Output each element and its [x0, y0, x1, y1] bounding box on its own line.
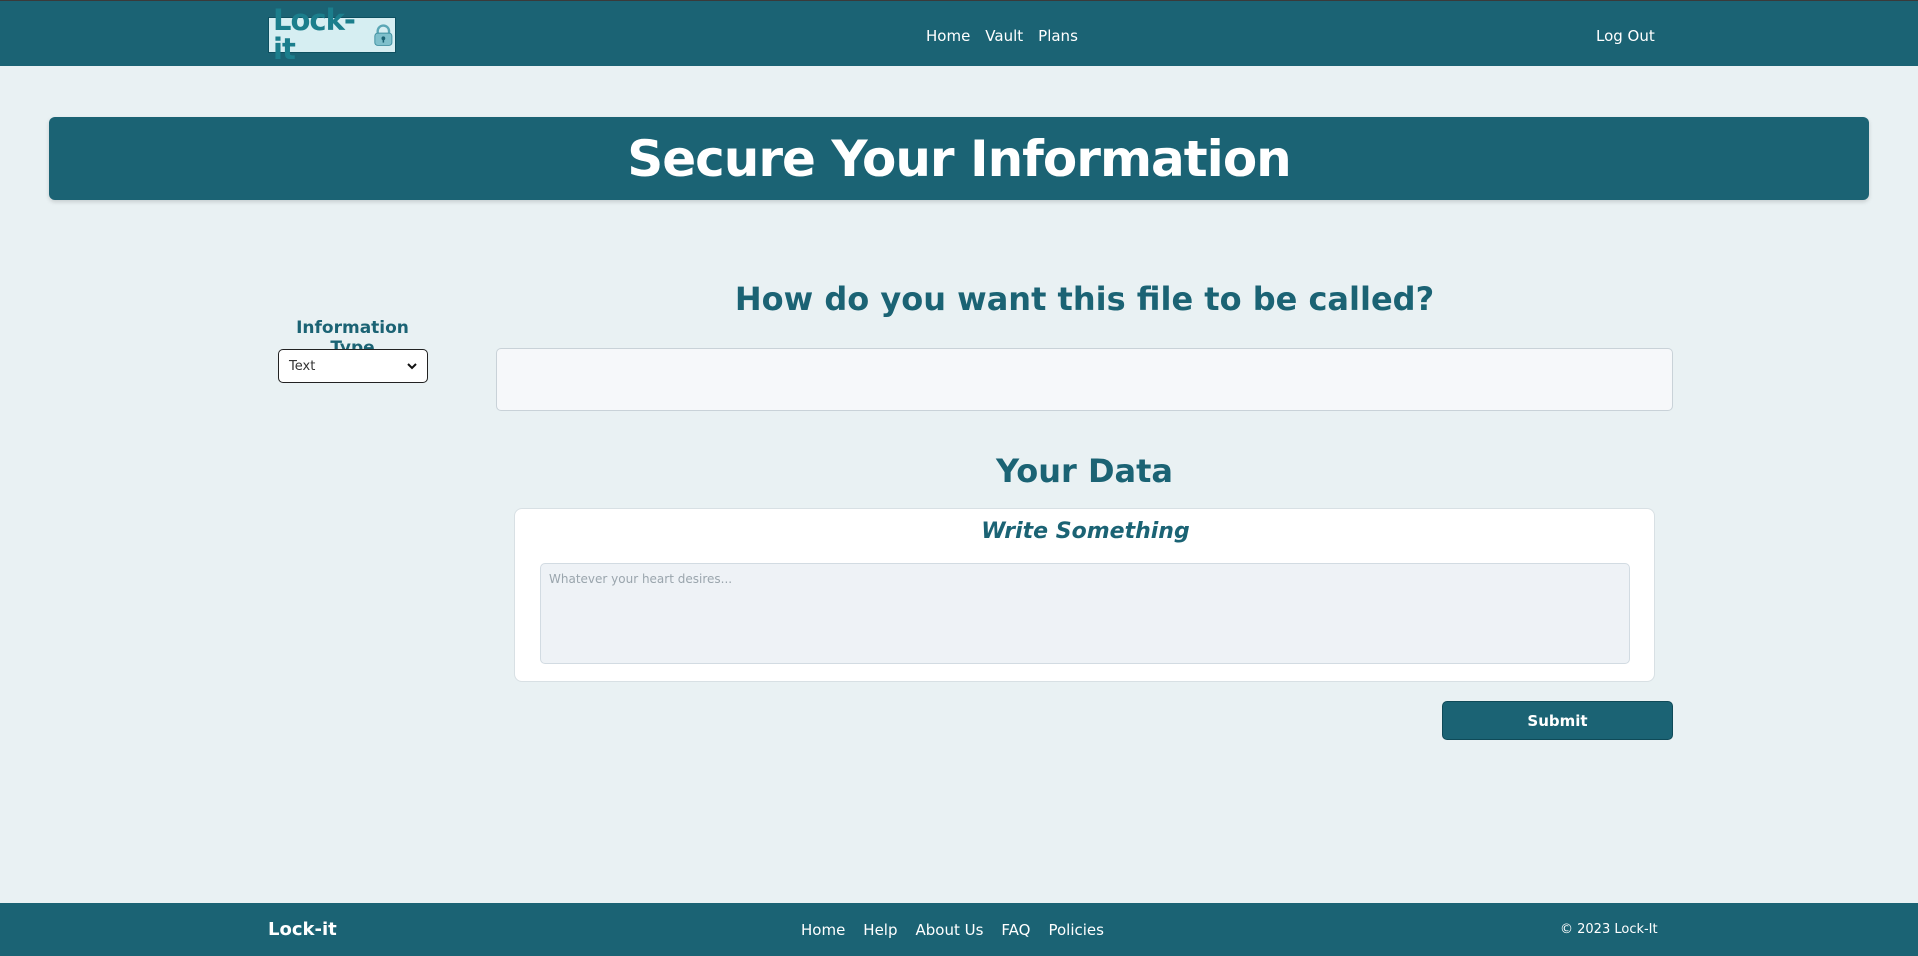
write-something-title: Write Something — [981, 519, 1190, 544]
top-navbar: Lock-it Home Vault Plans Log Out — [0, 0, 1918, 66]
file-name-input[interactable] — [496, 348, 1673, 411]
footer-link-about[interactable]: About Us — [916, 921, 984, 939]
footer-link-policies[interactable]: Policies — [1048, 921, 1103, 939]
hero-banner: Secure Your Information — [49, 117, 1869, 200]
footer-link-help[interactable]: Help — [863, 921, 897, 939]
footer: Lock-it Home Help About Us FAQ Policies … — [0, 903, 1918, 956]
nav-home[interactable]: Home — [926, 27, 970, 45]
footer-nav: Home Help About Us FAQ Policies — [801, 921, 1104, 939]
footer-brand[interactable]: Lock-it — [268, 919, 337, 940]
page-title: Secure Your Information — [627, 129, 1292, 188]
nav-vault[interactable]: Vault — [985, 27, 1023, 45]
footer-link-faq[interactable]: FAQ — [1001, 921, 1030, 939]
submit-button[interactable]: Submit — [1442, 701, 1673, 740]
logout-link[interactable]: Log Out — [1596, 27, 1655, 45]
lock-icon — [374, 24, 393, 46]
your-data-heading: Your Data — [996, 452, 1173, 490]
copyright-text: © 2023 Lock-It — [1560, 922, 1658, 937]
footer-link-home[interactable]: Home — [801, 921, 845, 939]
file-name-heading: How do you want this file to be called? — [734, 280, 1435, 318]
information-type-select[interactable]: Text — [278, 349, 428, 383]
information-type-selected: Text — [289, 358, 316, 374]
logo[interactable]: Lock-it — [268, 6, 396, 64]
data-textarea[interactable] — [540, 563, 1630, 664]
main-nav: Home Vault Plans — [926, 27, 1078, 45]
nav-plans[interactable]: Plans — [1038, 27, 1078, 45]
chevron-down-icon — [407, 363, 417, 370]
logo-text: Lock-it — [273, 3, 356, 66]
data-card: Write Something — [514, 508, 1655, 682]
